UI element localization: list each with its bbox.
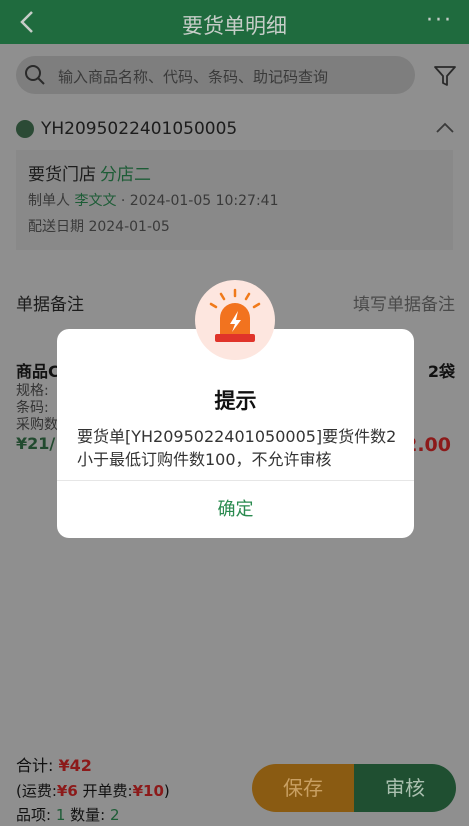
delivery-label: 配送日期 — [28, 219, 84, 235]
open-fee-value: ¥10 — [132, 782, 164, 800]
search-input[interactable]: 输入商品名称、代码、条码、助记码查询 — [16, 56, 415, 94]
delivery-date-row: 配送日期 2024-01-05 — [28, 216, 170, 236]
items-label: 品项: — [16, 806, 52, 824]
freight-label: (运费: — [16, 782, 57, 800]
purchase-label: 采购数 — [16, 417, 58, 433]
audit-button[interactable]: 审核 — [354, 764, 456, 812]
order-code-icon — [16, 120, 34, 138]
remark-label: 单据备注 — [16, 295, 84, 315]
alarm-icon — [195, 280, 275, 360]
qty-label: 数量: — [65, 806, 106, 824]
delivery-date: 2024-01-05 — [88, 219, 170, 235]
bottom-bar: 合计: ¥42 (运费:¥6 开单费:¥10) 品项: 1 数量: 2 保存 审… — [0, 740, 469, 826]
creator-name: 李文文 — [74, 193, 117, 209]
product-name: 商品C — [16, 362, 60, 381]
items-value: 1 — [55, 806, 66, 824]
store-row: 要货门店 分店二 — [28, 160, 151, 185]
dialog-title: 提示 — [214, 389, 257, 413]
open-fee-label: 开单费: — [77, 782, 133, 800]
dialog-message: 要货单[YH2095022401050005]要货件数2小于最低订购件数100，… — [77, 427, 397, 469]
store-label: 要货门店 — [28, 165, 96, 185]
order-info-card: YH2095022401050005 要货门店 分店二 制单人 李文文 · 202… — [0, 110, 469, 258]
total-label: 合计: — [16, 756, 54, 775]
order-details: 要货门店 分店二 制单人 李文文 · 2024-01-05 10:27:41 配送… — [16, 150, 453, 250]
alert-dialog: 提示 要货单[YH2095022401050005]要货件数2小于最低订购件数1… — [57, 329, 414, 538]
creator-label: 制单人 — [28, 193, 70, 209]
freight-value: ¥6 — [56, 782, 78, 800]
created-time: · 2024-01-05 10:27:41 — [116, 193, 279, 209]
chevron-up-icon[interactable] — [435, 120, 455, 136]
total-value: ¥42 — [58, 756, 92, 775]
confirm-button[interactable]: 确定 — [57, 481, 414, 538]
product-price: ¥21/ — [16, 434, 56, 453]
creator-row: 制单人 李文文 · 2024-01-05 10:27:41 — [28, 190, 279, 210]
save-button[interactable]: 保存 — [252, 764, 354, 812]
counts-row: 品项: 1 数量: 2 — [16, 804, 120, 825]
filter-icon[interactable] — [433, 64, 457, 88]
total-row: 合计: ¥42 — [16, 752, 92, 776]
product-qty: 2袋 — [427, 362, 455, 381]
order-number: YH2095022401050005 — [41, 119, 238, 139]
search-bar: 输入商品名称、代码、条码、助记码查询 — [0, 44, 469, 106]
search-placeholder: 输入商品名称、代码、条码、助记码查询 — [58, 68, 329, 86]
store-name: 分店二 — [100, 165, 151, 185]
top-bar: 要货单明细 ··· — [0, 0, 469, 44]
qty-value: 2 — [110, 806, 120, 824]
remark-input[interactable]: 填写单据备注 — [353, 290, 455, 315]
search-icon — [25, 65, 45, 85]
fees-row: (运费:¥6 开单费:¥10) — [16, 780, 170, 801]
more-icon[interactable]: ··· — [426, 8, 453, 33]
page-title: 要货单明细 — [182, 14, 287, 38]
fees-suffix: ) — [163, 782, 170, 800]
